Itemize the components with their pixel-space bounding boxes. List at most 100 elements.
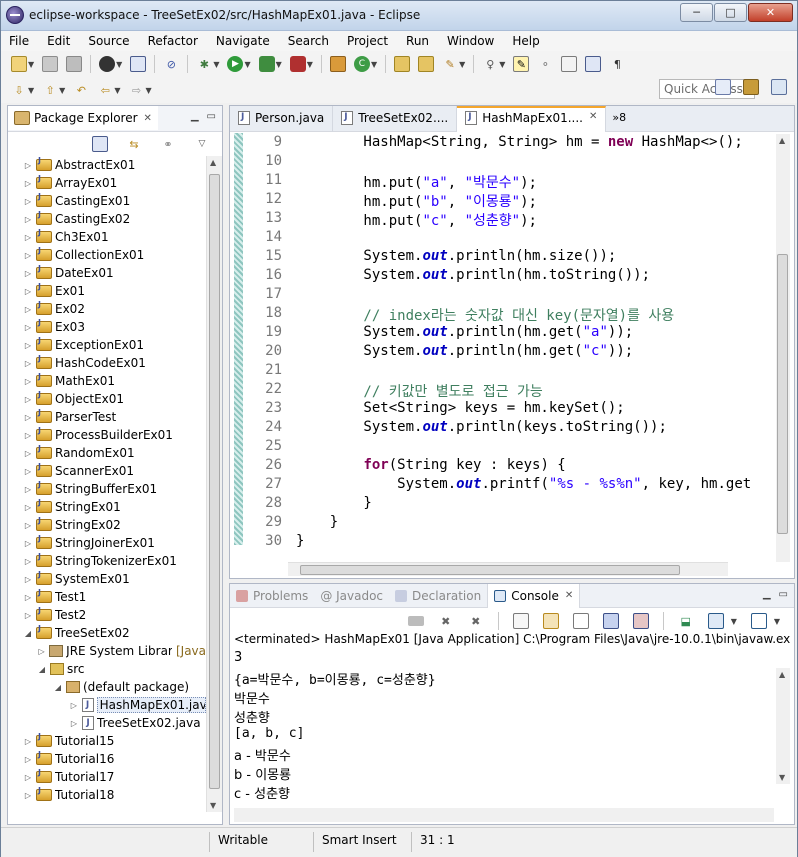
tree-item-project[interactable]: ▷ ObjectEx01 [8, 390, 206, 408]
terminate-icon[interactable] [407, 616, 424, 626]
console-output[interactable]: 3 {a=박문수, b=이몽룡, c=성춘향} 박문수 성춘향 [a, b, c] a -… [234, 650, 764, 800]
maximize-view-icon[interactable]: ▭ [779, 589, 788, 600]
scroll-up-icon[interactable]: ▲ [779, 136, 785, 145]
console-icon[interactable] [130, 56, 147, 72]
collapse-arrow-icon[interactable]: ◢ [36, 665, 48, 674]
new-class-dropdown-icon[interactable]: ▼ [371, 60, 377, 69]
collapse-all-icon[interactable] [92, 136, 108, 152]
tree-item-project[interactable]: ▷ StringEx02 [8, 516, 206, 534]
tree-item-project[interactable]: ▷ StringJoinerEx01 [8, 534, 206, 552]
expand-arrow-icon[interactable]: ▷ [22, 377, 34, 386]
expand-arrow-icon[interactable]: ▷ [22, 449, 34, 458]
tree-item-project[interactable]: ▷ Tutorial16 [8, 750, 206, 768]
close-package-explorer-icon[interactable]: ✕ [144, 113, 152, 124]
expand-arrow-icon[interactable]: ▷ [22, 395, 34, 404]
menu-help[interactable]: Help [512, 34, 539, 48]
block-selection-icon[interactable]: ⚬ [537, 56, 553, 72]
menu-file[interactable]: File [9, 34, 29, 48]
debug-dropdown-icon[interactable]: ▼ [213, 60, 219, 69]
search-icon[interactable]: ✎ [442, 56, 458, 72]
maximize-button[interactable]: □ [714, 3, 747, 22]
menu-source[interactable]: Source [88, 34, 129, 48]
highlight-icon[interactable]: ✎ [513, 56, 530, 72]
tree-item-project[interactable]: ▷ Ex03 [8, 318, 206, 336]
close-console-icon[interactable]: ✕ [565, 590, 573, 601]
expand-arrow-icon[interactable]: ▷ [22, 773, 34, 782]
show-on-stdout-icon[interactable] [602, 613, 619, 629]
expand-arrow-icon[interactable]: ▷ [22, 251, 34, 260]
tree-item-project[interactable]: ▷ Test1 [8, 588, 206, 606]
open-task-icon[interactable] [418, 56, 435, 72]
expand-arrow-icon[interactable]: ▷ [22, 341, 34, 350]
tab-treesetex02-java[interactable]: TreeSetEx02.... [333, 106, 458, 132]
expand-arrow-icon[interactable]: ▷ [22, 161, 34, 170]
tree-item-project[interactable]: ▷ ArrayEx01 [8, 174, 206, 192]
tree-item-project[interactable]: ▷ DateEx01 [8, 264, 206, 282]
expand-arrow-icon[interactable]: ▷ [22, 539, 34, 548]
show-source-icon[interactable] [585, 56, 602, 72]
expand-arrow-icon[interactable]: ▷ [22, 197, 34, 206]
open-console-icon[interactable] [750, 613, 767, 629]
editor-horizontal-scrollbar[interactable] [288, 562, 728, 576]
link-with-editor-icon[interactable]: ⇆ [126, 136, 142, 152]
tab-console[interactable]: Console ✕ [487, 583, 581, 608]
toggle-mark-occurrences-icon[interactable]: ♀ [482, 56, 498, 72]
new-dropdown-icon[interactable]: ▼ [28, 60, 34, 69]
expand-arrow-icon[interactable]: ▷ [22, 557, 34, 566]
run-dropdown-icon[interactable]: ▼ [244, 60, 250, 69]
scrollbar-thumb[interactable] [777, 254, 788, 534]
tree-item-project[interactable]: ▷ RandomEx01 [8, 444, 206, 462]
last-edit-location-icon[interactable]: ↶ [73, 82, 89, 98]
menu-navigate[interactable]: Navigate [216, 34, 270, 48]
expand-arrow-icon[interactable]: ▷ [22, 503, 34, 512]
scroll-down-icon[interactable]: ▼ [779, 773, 785, 782]
maximize-view-icon[interactable]: ▭ [207, 111, 216, 122]
tree-item-default-package[interactable]: ◢ (default package) [8, 678, 206, 696]
display-selected-console-icon[interactable] [707, 613, 724, 629]
display-console-dropdown-icon[interactable]: ▼ [731, 617, 737, 626]
package-explorer-scrollbar[interactable]: ▲ ▼ [206, 156, 222, 812]
tree-item-project[interactable]: ▷ Tutorial17 [8, 768, 206, 786]
coverage-icon[interactable] [258, 56, 275, 72]
focus-icon[interactable]: ⚭ [160, 136, 176, 152]
paragraph-icon[interactable]: ¶ [609, 56, 625, 72]
tree-item-project[interactable]: ▷ Ch3Ex01 [8, 228, 206, 246]
expand-arrow-icon[interactable]: ▷ [22, 233, 34, 242]
more-tabs-button[interactable]: »8 [606, 106, 632, 131]
tab-person-java[interactable]: Person.java [230, 106, 334, 132]
expand-arrow-icon[interactable]: ▷ [22, 737, 34, 746]
tree-item-project[interactable]: ▷ Test2 [8, 606, 206, 624]
expand-arrow-icon[interactable]: ▷ [22, 791, 34, 800]
scroll-lock-icon[interactable] [542, 613, 559, 629]
open-console-dropdown-icon[interactable]: ▼ [774, 617, 780, 626]
close-button[interactable]: ✕ [748, 3, 793, 22]
tab-javadoc[interactable]: @ Javadoc [314, 589, 389, 603]
expand-arrow-icon[interactable]: ▷ [22, 593, 34, 602]
editor-vertical-scrollbar[interactable]: ▲ [776, 134, 790, 562]
back-icon[interactable]: ⇦ [97, 82, 113, 98]
close-tab-icon[interactable]: ✕ [589, 111, 597, 122]
tree-item-project-expanded[interactable]: ◢ TreeSetEx02 [8, 624, 206, 642]
forward-dropdown-icon[interactable]: ▼ [145, 86, 151, 95]
forward-icon[interactable]: ⇨ [128, 82, 144, 98]
tree-item-project[interactable]: ▷ StringBufferEx01 [8, 480, 206, 498]
external-tools-icon[interactable] [289, 56, 306, 72]
tab-package-explorer[interactable]: Package Explorer ✕ [8, 106, 158, 130]
tree-item-project[interactable]: ▷ CollectionEx01 [8, 246, 206, 264]
tree-item-project[interactable]: ▷ ParserTest [8, 408, 206, 426]
tab-declaration[interactable]: Declaration [389, 589, 487, 603]
menu-search[interactable]: Search [288, 34, 329, 48]
save-all-icon[interactable] [66, 56, 83, 72]
previous-annotation-dropdown-icon[interactable]: ▼ [59, 86, 65, 95]
collapse-arrow-icon[interactable]: ◢ [22, 629, 34, 638]
tree-item-src[interactable]: ◢ src [8, 660, 206, 678]
next-annotation-icon[interactable]: ⇩ [11, 82, 27, 98]
remove-all-launches-icon[interactable]: ✖ [468, 613, 484, 629]
tree-item-project[interactable]: ▷ ProcessBuilderEx01 [8, 426, 206, 444]
scrollbar-thumb[interactable] [209, 174, 220, 789]
tree-item-java-file[interactable]: ▷ J TreeSetEx02.java [8, 714, 206, 732]
tree-item-project[interactable]: ▷ Ex01 [8, 282, 206, 300]
tree-item-project[interactable]: ▷ AbstractEx01 [8, 156, 206, 174]
expand-arrow-icon[interactable]: ▷ [68, 719, 80, 728]
expand-arrow-icon[interactable]: ▷ [22, 179, 34, 188]
